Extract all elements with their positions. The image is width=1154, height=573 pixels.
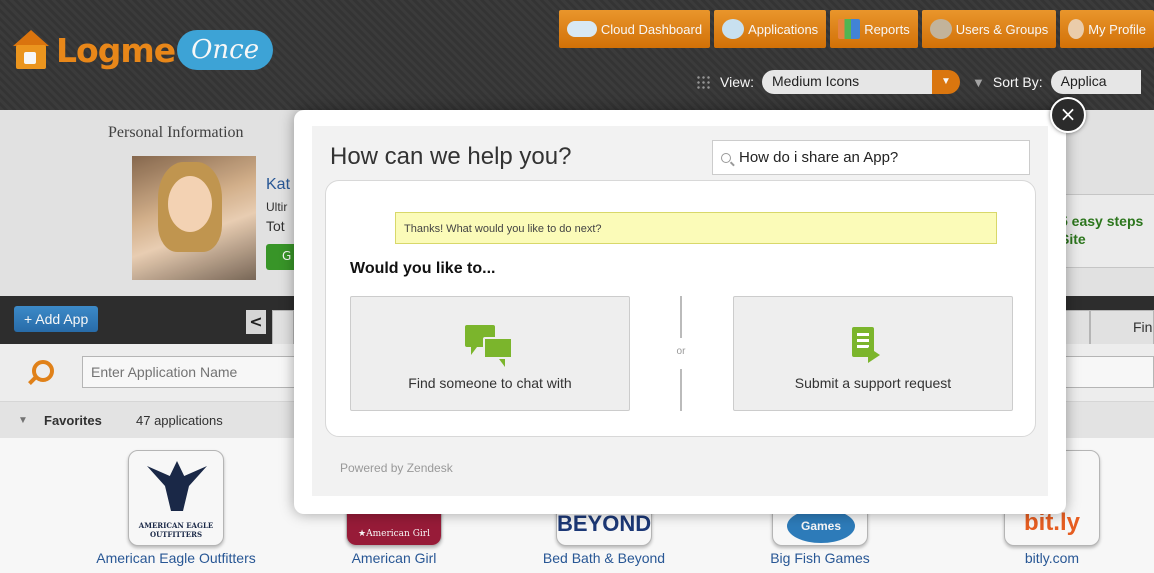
submit-document-icon (852, 327, 882, 365)
help-title: How can we help you? (330, 143, 572, 170)
divider (680, 296, 682, 338)
thanks-notice: Thanks! What would you like to do next? (395, 212, 997, 244)
chat-option-button[interactable]: Find someone to chat with (350, 296, 630, 411)
page: Logme Once Cloud Dashboard Applications … (0, 0, 1154, 573)
options-prompt: Would you like to... (350, 260, 496, 277)
search-icon (721, 153, 731, 163)
submit-request-option-button[interactable]: Submit a support request (733, 296, 1013, 411)
powered-by-link[interactable]: Powered by Zendesk (340, 461, 453, 475)
close-icon[interactable]: × (1050, 97, 1086, 133)
submit-option-label: Submit a support request (794, 375, 952, 391)
help-search-value: How do i share an App? (739, 149, 899, 166)
divider (680, 369, 682, 411)
help-search-input[interactable]: How do i share an App? (712, 140, 1030, 175)
chat-bubbles-icon (465, 325, 517, 369)
chat-option-label: Find someone to chat with (408, 375, 572, 391)
or-label: or (676, 346, 686, 357)
